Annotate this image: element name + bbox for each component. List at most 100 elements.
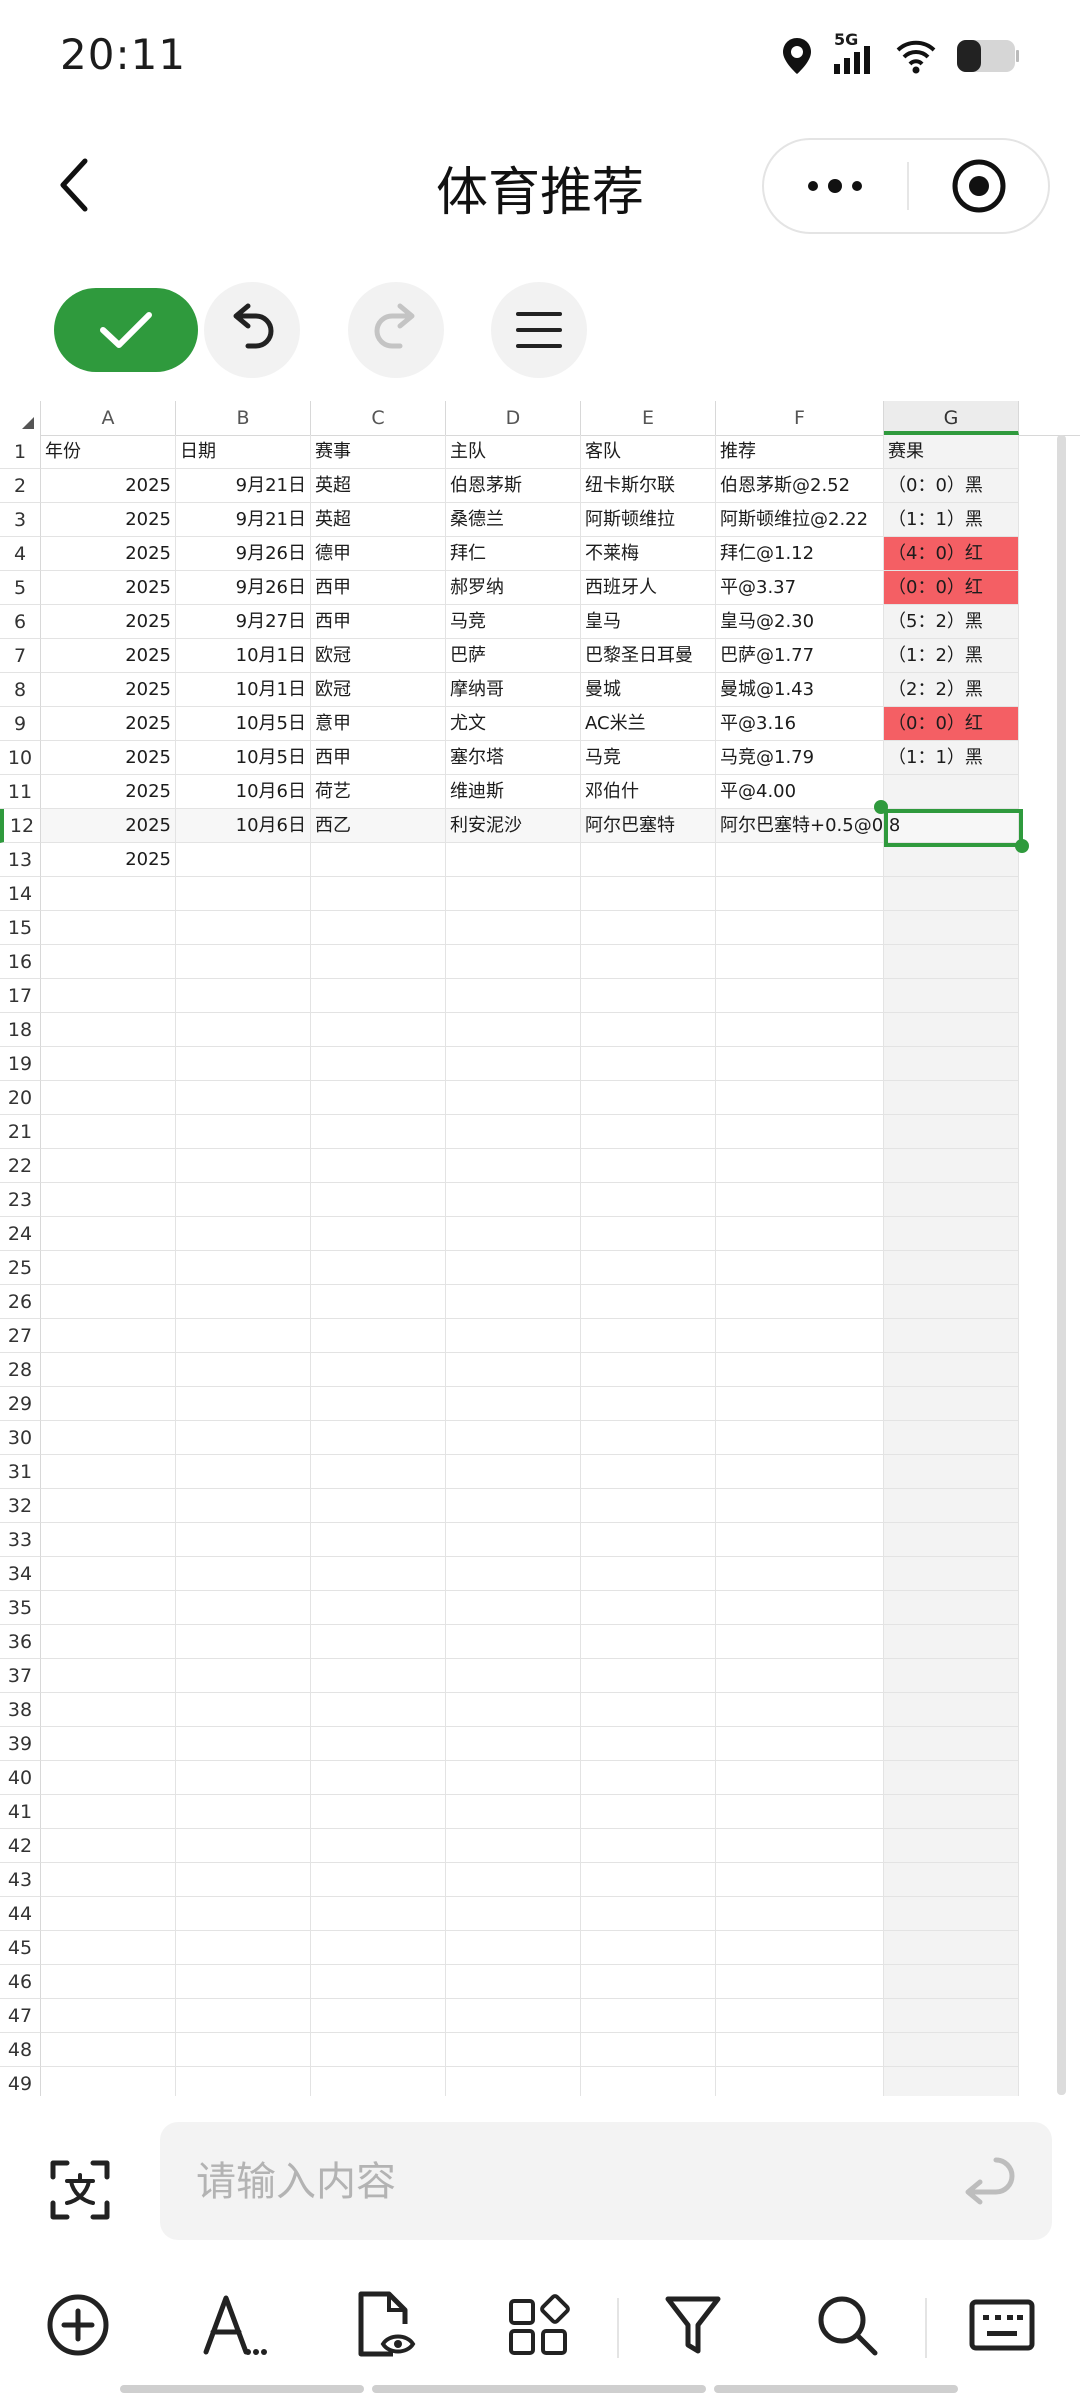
table-cell[interactable] — [41, 1489, 176, 1523]
table-cell[interactable] — [176, 1285, 311, 1319]
table-cell[interactable]: 2025 — [41, 537, 176, 571]
table-cell[interactable] — [41, 1047, 176, 1081]
row-header[interactable]: 34 — [0, 1557, 41, 1591]
row-header[interactable]: 7 — [0, 639, 41, 673]
table-cell[interactable] — [716, 1047, 884, 1081]
table-cell[interactable] — [446, 945, 581, 979]
row-header[interactable]: 8 — [0, 673, 41, 707]
row-header[interactable]: 12 — [0, 809, 41, 843]
table-cell[interactable]: （0：0）红 — [884, 707, 1019, 741]
table-cell[interactable] — [176, 1319, 311, 1353]
row-header[interactable]: 33 — [0, 1523, 41, 1557]
column-header[interactable]: D — [446, 401, 581, 435]
table-cell[interactable]: 荷艺 — [311, 775, 446, 809]
table-cell[interactable] — [884, 1761, 1019, 1795]
table-cell[interactable] — [884, 2033, 1019, 2067]
table-cell[interactable] — [41, 979, 176, 1013]
table-cell[interactable] — [884, 1999, 1019, 2033]
table-cell[interactable] — [176, 1965, 311, 1999]
table-cell[interactable]: 2025 — [41, 673, 176, 707]
table-cell[interactable] — [311, 1523, 446, 1557]
column-header[interactable]: A — [41, 401, 176, 435]
table-cell[interactable] — [884, 1353, 1019, 1387]
table-cell[interactable] — [41, 1591, 176, 1625]
row-header[interactable]: 47 — [0, 1999, 41, 2033]
table-cell[interactable]: 10月5日 — [176, 707, 311, 741]
table-cell[interactable] — [716, 1217, 884, 1251]
row-header[interactable]: 44 — [0, 1897, 41, 1931]
table-cell[interactable] — [716, 1999, 884, 2033]
table-cell[interactable]: 欧冠 — [311, 673, 446, 707]
table-cell[interactable] — [176, 1999, 311, 2033]
table-cell[interactable] — [311, 1829, 446, 1863]
table-cell[interactable] — [716, 945, 884, 979]
filter-button[interactable] — [638, 2270, 748, 2380]
row-header[interactable]: 4 — [0, 537, 41, 571]
table-cell[interactable] — [311, 1353, 446, 1387]
enter-button[interactable] — [958, 2152, 1018, 2212]
table-cell[interactable] — [41, 1387, 176, 1421]
table-cell[interactable]: 西甲 — [311, 605, 446, 639]
table-cell[interactable]: 塞尔塔 — [446, 741, 581, 775]
table-cell[interactable] — [176, 1421, 311, 1455]
table-cell[interactable]: 2025 — [41, 707, 176, 741]
table-cell[interactable]: 桑德兰 — [446, 503, 581, 537]
table-cell[interactable] — [716, 1795, 884, 1829]
table-cell[interactable] — [716, 1421, 884, 1455]
table-cell[interactable] — [41, 1727, 176, 1761]
table-cell[interactable] — [884, 1727, 1019, 1761]
table-cell[interactable] — [716, 2067, 884, 2096]
table-cell[interactable] — [446, 1251, 581, 1285]
table-cell[interactable] — [311, 2067, 446, 2096]
table-cell[interactable] — [446, 1183, 581, 1217]
table-cell[interactable] — [884, 1319, 1019, 1353]
table-cell[interactable] — [716, 1897, 884, 1931]
table-cell[interactable] — [176, 1455, 311, 1489]
table-cell[interactable] — [311, 1693, 446, 1727]
table-cell[interactable] — [311, 1319, 446, 1353]
table-cell[interactable] — [581, 1149, 716, 1183]
row-header[interactable]: 38 — [0, 1693, 41, 1727]
table-cell[interactable] — [884, 1625, 1019, 1659]
table-cell[interactable] — [311, 1387, 446, 1421]
table-cell[interactable] — [41, 1693, 176, 1727]
row-header[interactable]: 37 — [0, 1659, 41, 1693]
table-cell[interactable] — [446, 2033, 581, 2067]
table-cell[interactable] — [176, 1183, 311, 1217]
row-header[interactable]: 30 — [0, 1421, 41, 1455]
row-header[interactable]: 31 — [0, 1455, 41, 1489]
table-cell[interactable] — [581, 1659, 716, 1693]
table-cell[interactable]: 尤文 — [446, 707, 581, 741]
table-cell[interactable]: 2025 — [41, 741, 176, 775]
table-cell[interactable] — [311, 1115, 446, 1149]
table-cell[interactable] — [176, 1727, 311, 1761]
table-cell[interactable] — [581, 1183, 716, 1217]
table-cell[interactable] — [716, 979, 884, 1013]
table-cell[interactable] — [311, 1999, 446, 2033]
close-mini-program-button[interactable] — [910, 140, 1048, 232]
table-cell[interactable] — [41, 1965, 176, 1999]
table-cell[interactable] — [311, 1081, 446, 1115]
row-header[interactable]: 29 — [0, 1387, 41, 1421]
table-cell[interactable] — [884, 1285, 1019, 1319]
table-cell[interactable] — [176, 911, 311, 945]
table-cell[interactable] — [446, 1761, 581, 1795]
table-cell[interactable]: 阿尔巴塞特+0.5@0.8 — [716, 809, 900, 843]
table-cell[interactable] — [41, 1115, 176, 1149]
table-cell[interactable] — [446, 1081, 581, 1115]
table-cell[interactable]: 纽卡斯尔联 — [581, 469, 716, 503]
table-cell[interactable]: 阿尔巴塞特 — [581, 809, 716, 843]
column-header[interactable]: C — [311, 401, 446, 435]
table-cell[interactable] — [716, 1523, 884, 1557]
table-cell[interactable] — [446, 1693, 581, 1727]
table-cell[interactable] — [446, 1217, 581, 1251]
table-cell[interactable] — [581, 1965, 716, 1999]
table-cell[interactable] — [716, 1081, 884, 1115]
table-cell[interactable] — [581, 945, 716, 979]
row-header[interactable]: 1 — [0, 435, 41, 469]
table-cell[interactable] — [884, 1115, 1019, 1149]
table-cell[interactable] — [311, 1863, 446, 1897]
table-cell[interactable] — [311, 1557, 446, 1591]
text-format-button[interactable] — [178, 2270, 288, 2380]
table-cell[interactable] — [311, 1455, 446, 1489]
